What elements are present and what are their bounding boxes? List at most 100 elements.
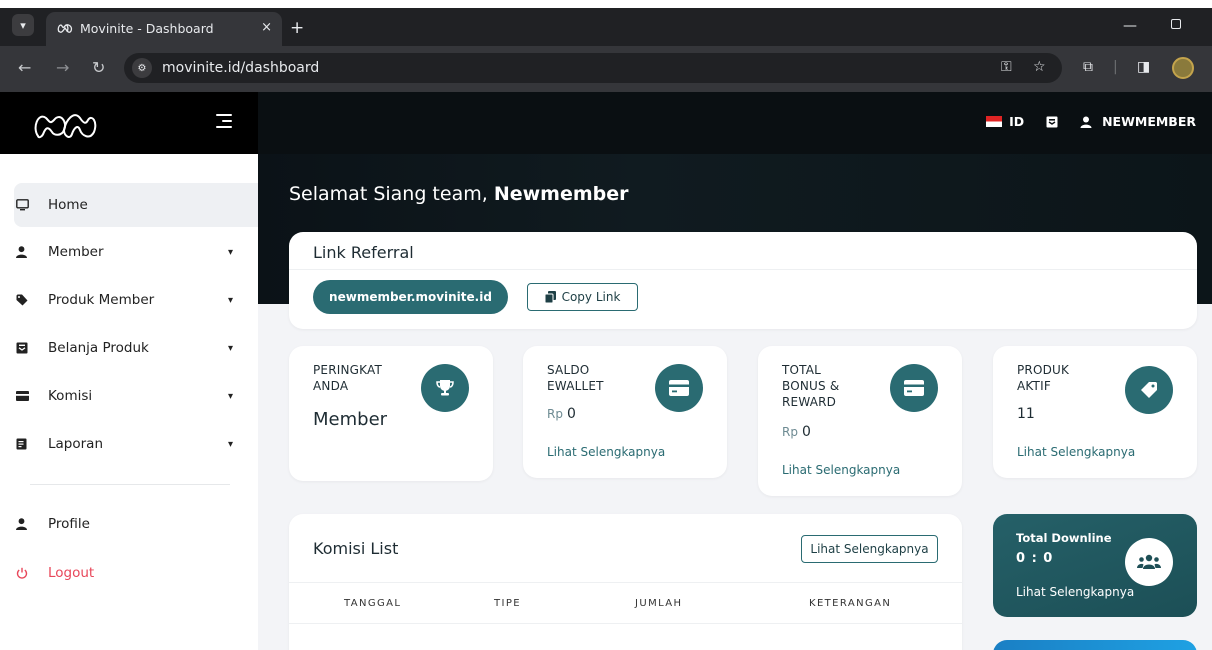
side-panel-icon[interactable]: ◨	[1137, 59, 1150, 75]
extensions-icon[interactable]: ⧉	[1083, 59, 1093, 75]
user-icon	[14, 246, 48, 258]
peringkat-label-line: ANDA	[313, 379, 349, 393]
tab-title: Movinite - Dashboard	[80, 21, 214, 36]
back-arrow-icon[interactable]: ←	[18, 58, 31, 77]
saldo-label-line: SALDO	[547, 363, 590, 377]
app-header: ID NEWMEMBER	[0, 92, 1212, 154]
archive-icon	[14, 342, 48, 354]
movinite-logo-icon[interactable]	[30, 106, 100, 142]
saldo-card: SALDO EWALLET Rp 0 Lihat Selengkapnya	[523, 346, 727, 478]
produk-label-line: AKTIF	[1017, 379, 1051, 393]
tab-close-icon[interactable]: ×	[261, 20, 272, 35]
greeting-heading: Selamat Siang team, Newmember	[289, 183, 629, 205]
sidebar-item-label: Belanja Produk	[48, 340, 149, 356]
sidebar-item-home[interactable]: Home	[14, 183, 258, 227]
minimize-button[interactable]: —	[1123, 18, 1137, 34]
column-header-jumlah[interactable]: JUMLAH	[635, 598, 682, 609]
komisi-list-title: Komisi List	[313, 539, 399, 558]
komisi-see-more-button[interactable]: Lihat Selengkapnya	[801, 535, 938, 563]
referral-card: Link Referral newmember.movinite.id Copy…	[289, 232, 1197, 329]
movinite-favicon-icon	[56, 20, 74, 36]
bonus-card: TOTAL BONUS & REWARD Rp 0 Lihat Selengkap…	[758, 346, 962, 496]
restore-window-icon[interactable]	[1171, 19, 1181, 29]
user-menu[interactable]: NEWMEMBER	[1080, 114, 1196, 129]
chevron-down-icon: ▾	[228, 438, 234, 450]
report-icon	[14, 438, 48, 450]
produk-see-more-link[interactable]: Lihat Selengkapnya	[1017, 445, 1135, 459]
peringkat-value: Member	[313, 409, 388, 430]
sidebar-item-laporan[interactable]: Laporan ▾	[14, 422, 258, 466]
sidebar-item-logout[interactable]: Logout	[14, 551, 258, 595]
column-header-tipe[interactable]: TIPE	[494, 598, 521, 609]
tab-search-button[interactable]: ▾	[12, 14, 34, 36]
bonus-label-line: BONUS &	[782, 379, 840, 393]
sidebar-divider	[30, 484, 230, 485]
peringkat-card: PERINGKAT ANDA Member	[289, 346, 493, 481]
power-icon	[14, 567, 48, 579]
sidebar-item-belanja-produk[interactable]: Belanja Produk ▾	[14, 326, 258, 370]
password-key-icon[interactable]: ⚿	[1001, 59, 1012, 75]
column-header-keterangan[interactable]: KETERANGAN	[809, 598, 891, 609]
sidebar-item-profile[interactable]: Profile	[14, 502, 258, 546]
saldo-amount: 0	[566, 406, 576, 422]
address-bar[interactable]: ⚙ movinite.id/dashboard ⚿ ☆	[124, 53, 1062, 83]
sidebar-brand	[0, 92, 258, 154]
chevron-down-icon: ▾	[228, 342, 234, 354]
url-text[interactable]: movinite.id/dashboard	[162, 60, 319, 76]
sidebar-item-member[interactable]: Member ▾	[14, 230, 258, 274]
user-icon	[1080, 116, 1092, 128]
reward-card-icon	[890, 364, 938, 412]
saldo-see-more-link[interactable]: Lihat Selengkapnya	[547, 445, 665, 459]
bonus-amount: 0	[801, 424, 811, 440]
browser-tab[interactable]: Movinite - Dashboard ×	[46, 12, 282, 46]
copy-link-label: Copy Link	[561, 290, 621, 304]
reload-icon[interactable]: ↻	[92, 58, 105, 77]
copy-icon	[544, 291, 556, 303]
currency-label: Rp	[782, 425, 798, 439]
chevron-down-icon: ▾	[228, 390, 234, 402]
bookmark-star-icon[interactable]: ☆	[1033, 59, 1046, 75]
komisi-table-header: TANGGAL TIPE JUMLAH KETERANGAN	[289, 582, 962, 624]
copy-link-button[interactable]: Copy Link	[527, 283, 638, 311]
tag-icon	[14, 294, 48, 306]
profile-avatar[interactable]	[1172, 57, 1194, 79]
chevron-down-icon: ▾	[228, 294, 234, 306]
language-label: ID	[1009, 114, 1025, 129]
bonus-label-line: TOTAL	[782, 363, 822, 377]
downline-value: 0 : 0	[1016, 551, 1054, 566]
peringkat-label-line: PERINGKAT	[313, 363, 383, 377]
referral-link-pill[interactable]: newmember.movinite.id	[313, 280, 508, 314]
produk-value: 11	[1017, 406, 1035, 422]
new-tab-button[interactable]: +	[290, 18, 304, 38]
indonesia-flag-icon	[986, 116, 1003, 127]
sidebar-toggle-hamburger-icon[interactable]	[216, 114, 232, 128]
sidebar-item-label: Logout	[48, 565, 95, 581]
browser-tab-bar: ▾ Movinite - Dashboard × + —	[0, 8, 1212, 46]
header-right: ID NEWMEMBER	[986, 114, 1196, 129]
sidebar-item-label: Komisi	[48, 388, 93, 404]
forward-arrow-icon[interactable]: →	[56, 58, 69, 77]
sidebar-item-produk-member[interactable]: Produk Member ▾	[14, 278, 258, 322]
chevron-down-icon: ▾	[228, 246, 234, 258]
language-switcher[interactable]: ID	[986, 114, 1024, 129]
saldo-label: SALDO EWALLET	[547, 362, 604, 394]
sidebar: Home Member ▾ Produk Member ▾ Belanja Pr…	[0, 154, 258, 650]
total-downline-card: Total Downline 0 : 0 Lihat Selengkapnya	[993, 514, 1197, 617]
users-group-icon	[1125, 538, 1173, 586]
sidebar-item-komisi[interactable]: Komisi ▾	[14, 374, 258, 418]
browser-toolbar: ← → ↻ ⚙ movinite.id/dashboard ⚿ ☆ ⧉ | ◨	[0, 46, 1212, 92]
bonus-label: TOTAL BONUS & REWARD	[782, 362, 839, 410]
column-header-tanggal[interactable]: TANGGAL	[344, 598, 401, 609]
sidebar-item-label: Produk Member	[48, 292, 155, 308]
bonus-value: Rp 0	[782, 424, 811, 440]
bonus-label-line: REWARD	[782, 395, 837, 409]
bonus-see-more-link[interactable]: Lihat Selengkapnya	[782, 463, 900, 477]
referral-divider	[289, 269, 1197, 270]
downline-see-more-link[interactable]: Lihat Selengkapnya	[1016, 585, 1134, 599]
cart-archive-icon[interactable]	[1046, 116, 1058, 128]
komisi-list-card: Komisi List Lihat Selengkapnya TANGGAL T…	[289, 514, 962, 650]
user-icon	[14, 518, 48, 530]
sidebar-item-label: Member	[48, 244, 104, 260]
site-info-icon[interactable]: ⚙	[132, 58, 152, 78]
downline-label: Total Downline	[1016, 531, 1112, 545]
